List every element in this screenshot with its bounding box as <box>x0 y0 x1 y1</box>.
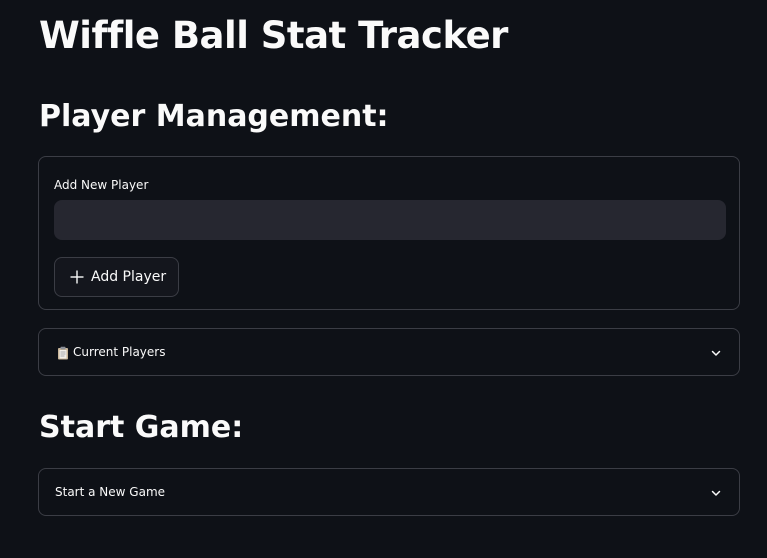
clipboard-icon <box>57 345 69 360</box>
start-game-heading: Start Game: <box>39 410 244 445</box>
add-new-player-label: Add New Player <box>54 178 149 192</box>
add-player-button[interactable]: Add Player <box>54 257 180 297</box>
add-player-button-label: Add Player <box>91 269 167 285</box>
chevron-down-icon <box>709 485 723 499</box>
chevron-down-icon <box>709 345 723 359</box>
player-management-heading: Player Management: <box>39 99 389 134</box>
start-new-game-expander[interactable]: Start a New Game <box>38 468 740 516</box>
app-page: Wiffle Ball Stat Tracker Player Manageme… <box>0 0 767 558</box>
plus-icon <box>69 269 85 285</box>
new-player-name-input[interactable] <box>54 200 726 240</box>
current-players-expander[interactable]: Current Players <box>38 328 740 376</box>
current-players-label: Current Players <box>73 345 166 359</box>
app-title: Wiffle Ball Stat Tracker <box>39 14 508 57</box>
start-new-game-label: Start a New Game <box>55 485 166 499</box>
current-players-expander-header: Current Players <box>57 345 166 360</box>
add-player-form: Add New Player Add Player <box>38 156 740 310</box>
